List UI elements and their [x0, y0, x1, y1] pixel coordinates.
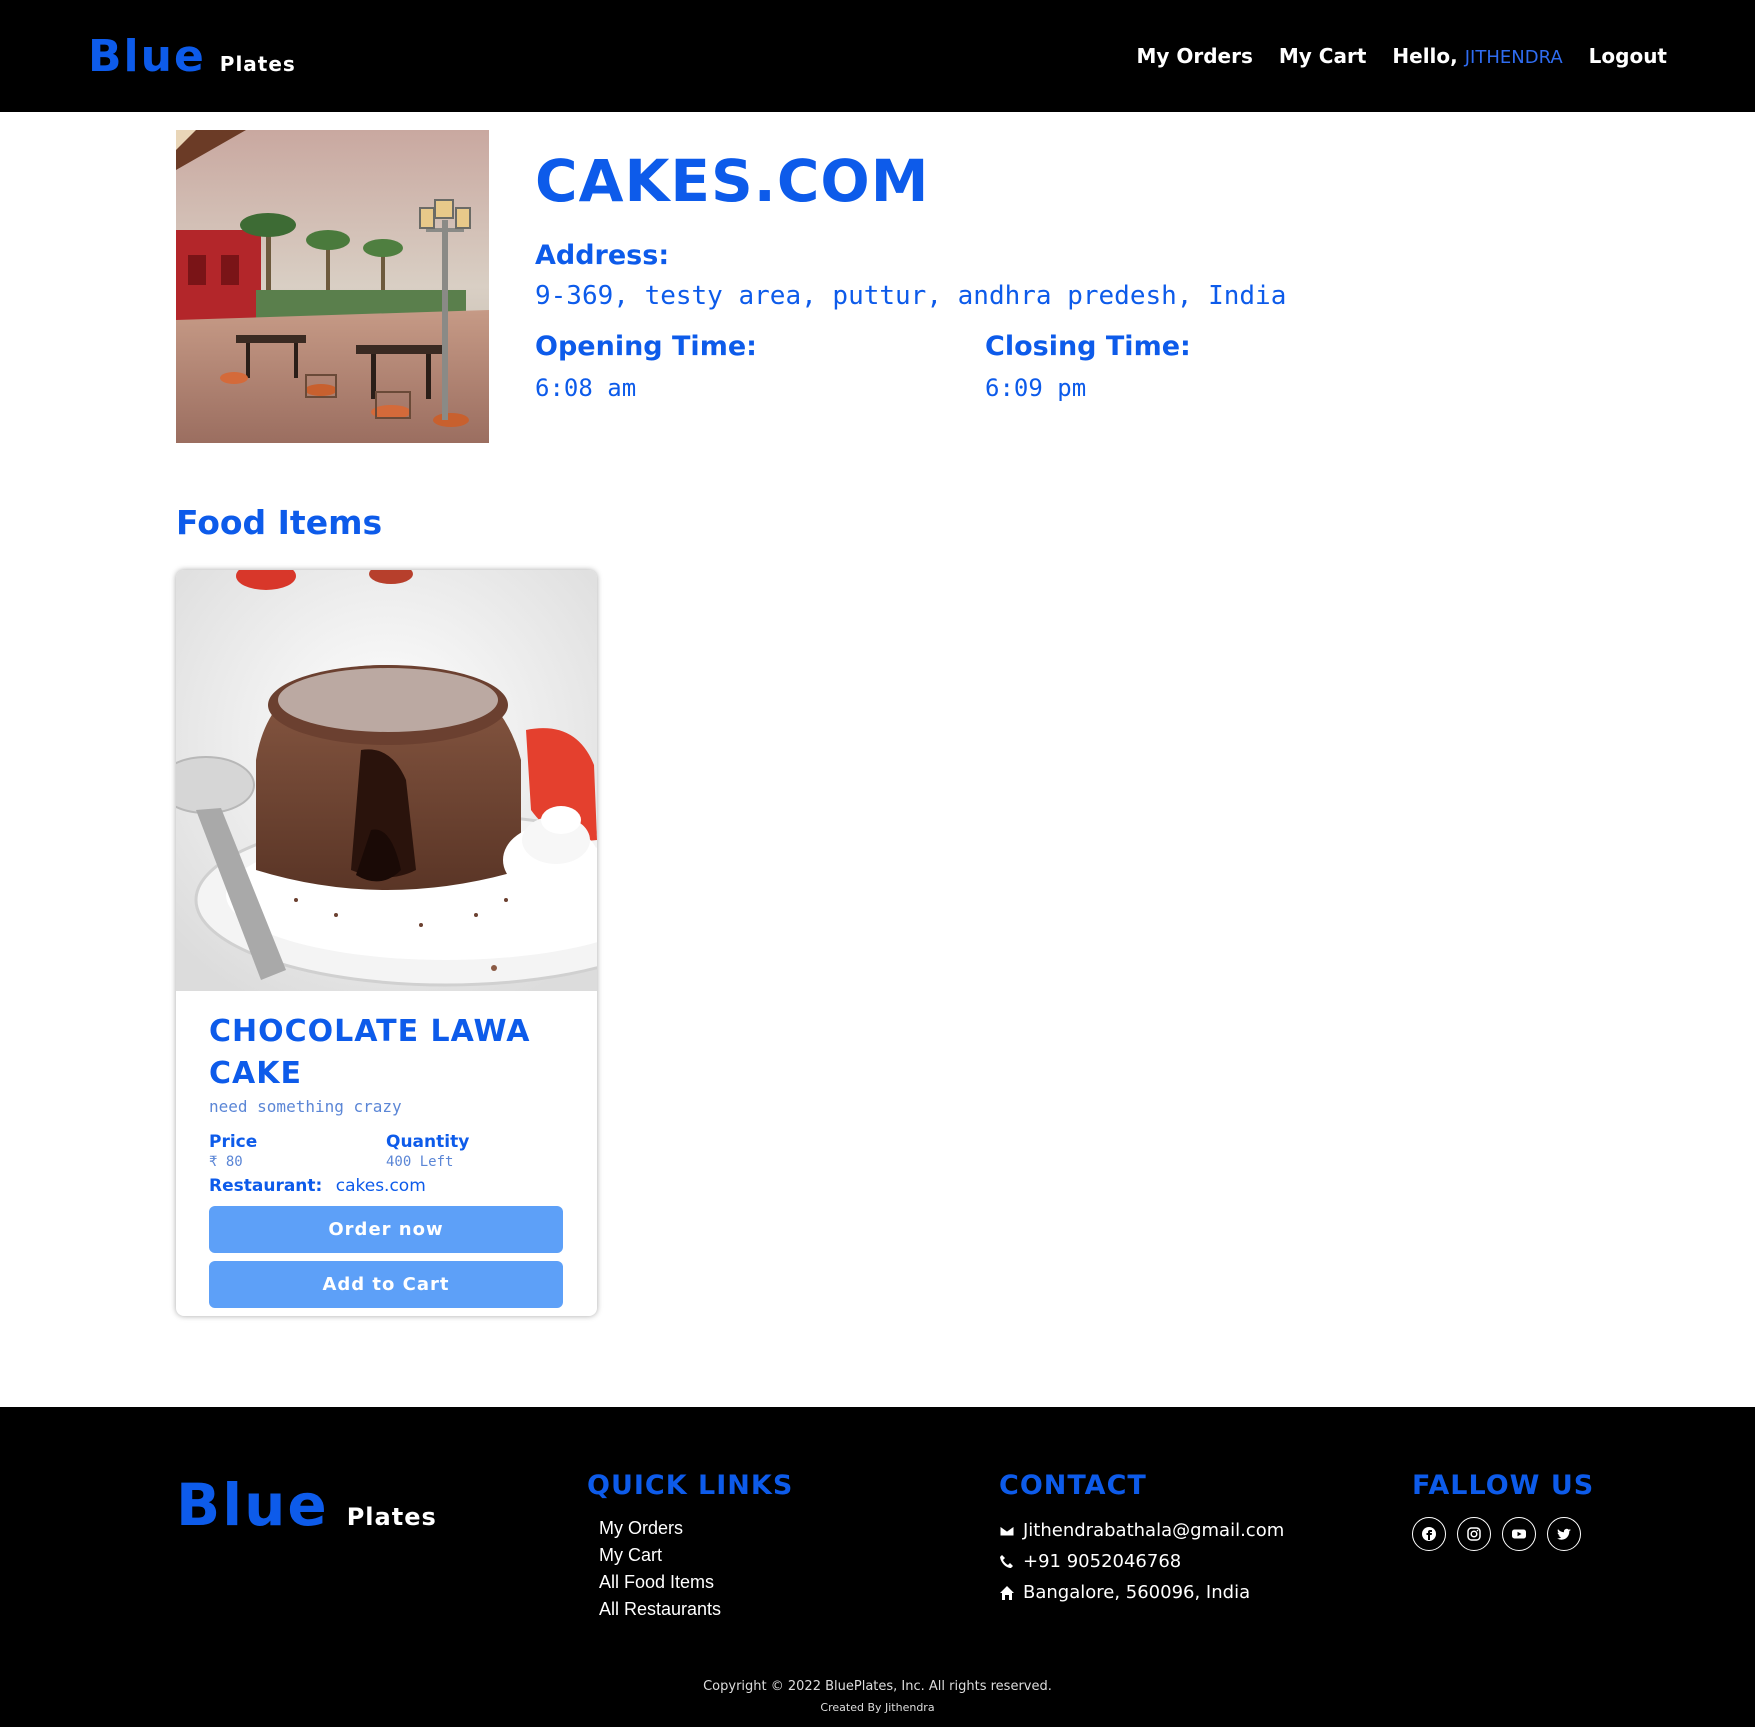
- price-label: Price: [209, 1132, 258, 1152]
- footer-link-my-cart[interactable]: My Cart: [599, 1542, 793, 1569]
- username: JITHENDRA: [1464, 47, 1563, 68]
- footer-brand-logo[interactable]: Blue Plates: [176, 1471, 437, 1539]
- restaurant-info: CAKES.COM Address: 9-369, testy area, pu…: [535, 147, 1435, 402]
- contact-list: Jithendrabathala@gmail.com +91 905204676…: [999, 1515, 1284, 1608]
- quick-links-list: My Orders My Cart All Food Items All Res…: [599, 1515, 793, 1623]
- phone-icon: [1000, 1554, 1013, 1568]
- mail-icon: [999, 1525, 1015, 1536]
- instagram-icon[interactable]: [1457, 1517, 1491, 1551]
- closing-time-block: Closing Time: 6:09 pm: [985, 331, 1435, 402]
- food-item-card: CHOCOLATE LAWA CAKE need something crazy…: [176, 570, 597, 1316]
- quantity-block: Quantity 400 Left: [386, 1132, 563, 1170]
- social-icons: [1412, 1517, 1594, 1551]
- contact-phone: +91 9052046768: [1023, 1551, 1182, 1572]
- contact-title: CONTACT: [999, 1470, 1147, 1501]
- food-image: [176, 570, 597, 991]
- quantity-value: 400 Left: [386, 1154, 454, 1170]
- opening-time-block: Opening Time: 6:08 am: [535, 331, 985, 402]
- contact-email: Jithendrabathala@gmail.com: [1023, 1520, 1285, 1541]
- youtube-icon[interactable]: [1502, 1517, 1536, 1551]
- food-restaurant-value: cakes.com: [335, 1176, 426, 1196]
- created-by-text: Created By Jithendra: [820, 1701, 935, 1714]
- greeting-text: Hello,: [1392, 44, 1458, 68]
- food-meta: Price ₹ 80 Quantity 400 Left: [209, 1132, 563, 1170]
- logout-link[interactable]: Logout: [1589, 44, 1667, 68]
- nav-my-orders[interactable]: My Orders: [1136, 44, 1252, 68]
- closing-time-value: 6:09 pm: [985, 373, 1087, 402]
- brand-logo[interactable]: Blue Plates: [88, 31, 296, 82]
- quantity-label: Quantity: [386, 1132, 470, 1152]
- food-name: CHOCOLATE LAWA CAKE: [209, 1014, 531, 1091]
- contact-location-row: Bangalore, 560096, India: [999, 1577, 1284, 1608]
- opening-time-value: 6:08 am: [535, 373, 637, 402]
- follow-section: FALLOW US: [1412, 1470, 1594, 1551]
- twitter-icon[interactable]: [1547, 1517, 1581, 1551]
- food-card-body: CHOCOLATE LAWA CAKE need something crazy…: [176, 991, 597, 1308]
- footer-brand-sub-text: Plates: [346, 1503, 437, 1531]
- brand-sub-text: Plates: [219, 51, 296, 76]
- price-block: Price ₹ 80: [209, 1132, 386, 1170]
- top-navbar: Blue Plates My Orders My Cart Hello, JIT…: [0, 0, 1755, 112]
- footer-link-all-restaurants[interactable]: All Restaurants: [599, 1596, 793, 1623]
- food-restaurant-label: Restaurant:: [209, 1176, 323, 1196]
- opening-time-label: Opening Time:: [535, 330, 757, 362]
- quick-links-section: QUICK LINKS My Orders My Cart All Food I…: [587, 1470, 793, 1623]
- quick-links-title: QUICK LINKS: [587, 1470, 794, 1501]
- facebook-icon[interactable]: [1412, 1517, 1446, 1551]
- footer-link-all-food-items[interactable]: All Food Items: [599, 1569, 793, 1596]
- user-greeting: Hello, JITHENDRA: [1392, 44, 1562, 68]
- food-items-heading: Food Items: [176, 503, 383, 542]
- brand-main-text: Blue: [88, 30, 206, 82]
- price-value: ₹ 80: [209, 1154, 243, 1170]
- footer: Blue Plates QUICK LINKS My Orders My Car…: [0, 1407, 1755, 1727]
- footer-link-my-orders[interactable]: My Orders: [599, 1515, 793, 1542]
- contact-phone-row: +91 9052046768: [999, 1546, 1284, 1577]
- food-description: need something crazy: [209, 1097, 402, 1116]
- address-value: 9-369, testy area, puttur, andhra predes…: [535, 280, 1287, 311]
- restaurant-name: CAKES.COM: [535, 147, 930, 215]
- food-restaurant-row: Restaurant: cakes.com: [209, 1176, 563, 1196]
- follow-title: FALLOW US: [1412, 1470, 1595, 1501]
- nav-links: My Orders My Cart Hello, JITHENDRA Logou…: [1136, 44, 1667, 68]
- nav-my-cart[interactable]: My Cart: [1279, 44, 1367, 68]
- restaurant-image: [176, 130, 489, 443]
- closing-time-label: Closing Time:: [985, 330, 1191, 362]
- home-icon: [1000, 1585, 1014, 1600]
- add-to-cart-button[interactable]: Add to Cart: [209, 1261, 563, 1308]
- contact-section: CONTACT Jithendrabathala@gmail.com +91 9…: [999, 1470, 1284, 1608]
- contact-location: Bangalore, 560096, India: [1023, 1582, 1251, 1603]
- address-label: Address:: [535, 239, 670, 271]
- order-now-button[interactable]: Order now: [209, 1206, 563, 1253]
- copyright-text: Copyright © 2022 BluePlates, Inc. All ri…: [703, 1679, 1052, 1694]
- contact-email-row: Jithendrabathala@gmail.com: [999, 1515, 1284, 1546]
- restaurant-hours: Opening Time: 6:08 am Closing Time: 6:09…: [535, 331, 1435, 402]
- footer-brand-main-text: Blue: [176, 1471, 329, 1539]
